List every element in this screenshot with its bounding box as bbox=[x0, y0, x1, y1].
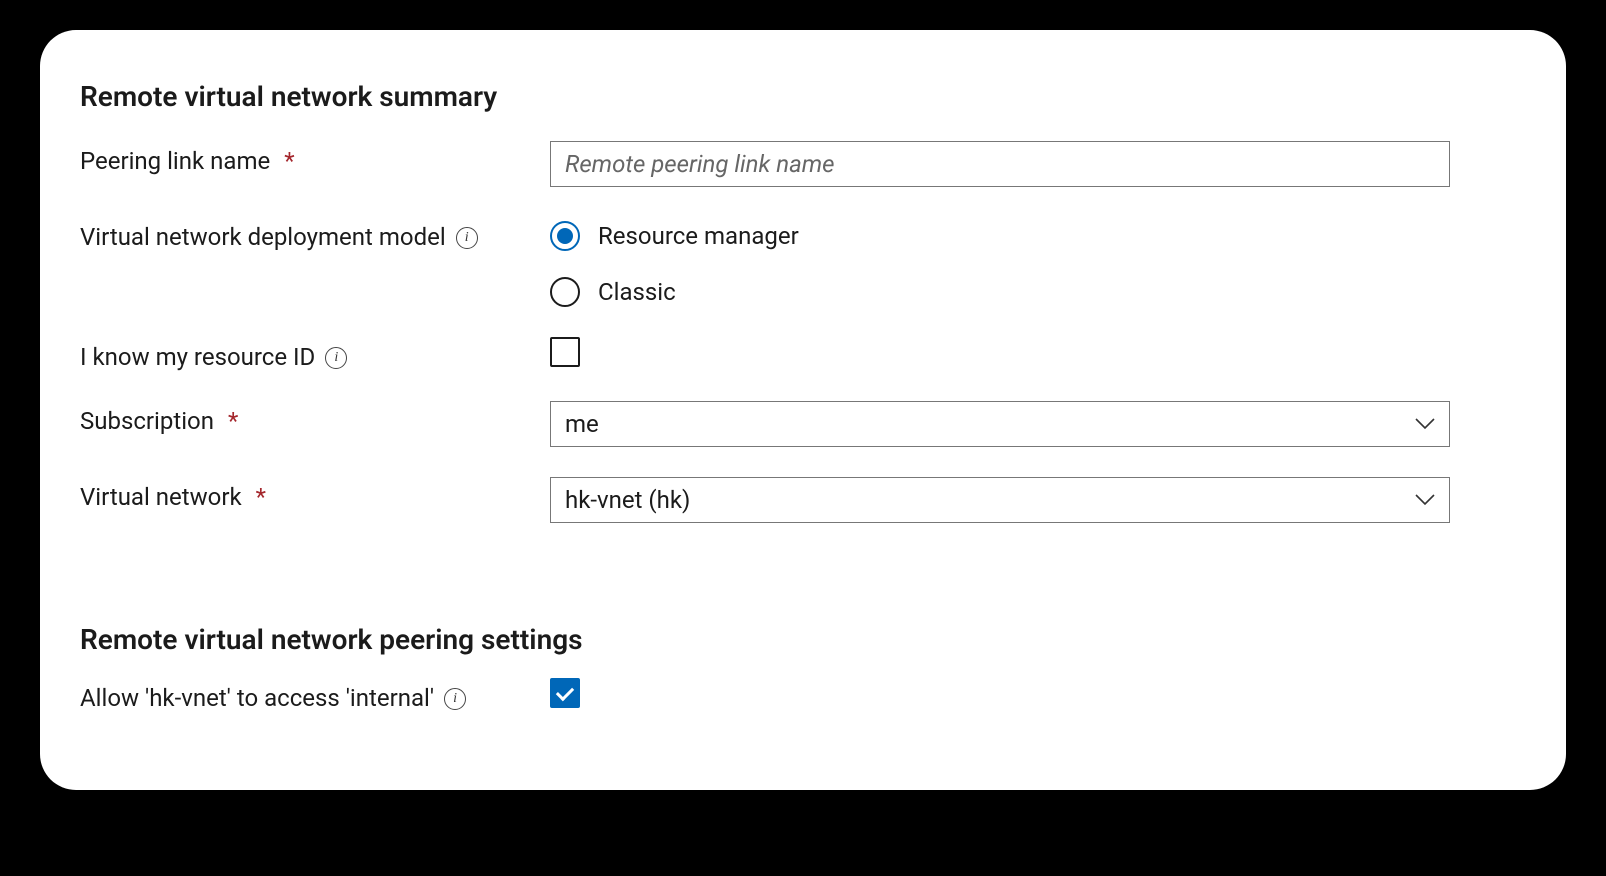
deployment-model-label-text: Virtual network deployment model bbox=[80, 223, 446, 251]
know-resource-id-checkbox[interactable] bbox=[550, 337, 580, 367]
info-icon[interactable]: i bbox=[444, 688, 466, 710]
radio-circle bbox=[550, 277, 580, 307]
deployment-model-radio-group: Resource manager Classic bbox=[550, 217, 1450, 307]
subscription-value: me bbox=[565, 410, 599, 438]
chevron-down-icon bbox=[1415, 494, 1435, 506]
radio-resource-manager[interactable]: Resource manager bbox=[550, 221, 1450, 251]
info-icon[interactable]: i bbox=[325, 347, 347, 369]
peering-link-label: Peering link name * bbox=[80, 141, 550, 175]
radio-dot bbox=[557, 228, 573, 244]
subscription-row: Subscription * me bbox=[80, 401, 1526, 447]
resource-id-row: I know my resource ID i bbox=[80, 337, 1526, 371]
subscription-label: Subscription * bbox=[80, 401, 550, 435]
virtual-network-label-text: Virtual network bbox=[80, 483, 242, 511]
deployment-model-row: Virtual network deployment model i Resou… bbox=[80, 217, 1526, 307]
peering-link-name-input[interactable] bbox=[550, 141, 1450, 187]
settings-section-title: Remote virtual network peering settings bbox=[80, 623, 1526, 656]
remote-vnet-panel: Remote virtual network summary Peering l… bbox=[40, 30, 1566, 790]
radio-classic-label: Classic bbox=[598, 278, 676, 306]
summary-section-title: Remote virtual network summary bbox=[80, 80, 1526, 113]
virtual-network-value: hk-vnet (hk) bbox=[565, 486, 690, 514]
radio-classic[interactable]: Classic bbox=[550, 277, 1450, 307]
subscription-dropdown[interactable]: me bbox=[550, 401, 1450, 447]
peering-link-label-text: Peering link name bbox=[80, 147, 270, 175]
allow-access-label: Allow 'hk-vnet' to access 'internal' i bbox=[80, 678, 520, 712]
virtual-network-label: Virtual network * bbox=[80, 477, 550, 511]
radio-resource-manager-label: Resource manager bbox=[598, 222, 799, 250]
allow-access-label-text: Allow 'hk-vnet' to access 'internal' bbox=[80, 684, 434, 712]
required-mark: * bbox=[284, 147, 294, 175]
required-mark: * bbox=[228, 407, 238, 435]
required-mark: * bbox=[256, 483, 266, 511]
deployment-model-label: Virtual network deployment model i bbox=[80, 217, 550, 251]
radio-circle-selected bbox=[550, 221, 580, 251]
resource-id-label-text: I know my resource ID bbox=[80, 343, 315, 371]
resource-id-label: I know my resource ID i bbox=[80, 337, 550, 371]
subscription-label-text: Subscription bbox=[80, 407, 214, 435]
peering-link-row: Peering link name * bbox=[80, 141, 1526, 187]
chevron-down-icon bbox=[1415, 418, 1435, 430]
virtual-network-row: Virtual network * hk-vnet (hk) bbox=[80, 477, 1526, 523]
virtual-network-dropdown[interactable]: hk-vnet (hk) bbox=[550, 477, 1450, 523]
allow-access-row: Allow 'hk-vnet' to access 'internal' i bbox=[80, 678, 1526, 712]
info-icon[interactable]: i bbox=[456, 227, 478, 249]
checkmark-icon bbox=[556, 682, 574, 700]
allow-access-checkbox[interactable] bbox=[550, 678, 580, 708]
